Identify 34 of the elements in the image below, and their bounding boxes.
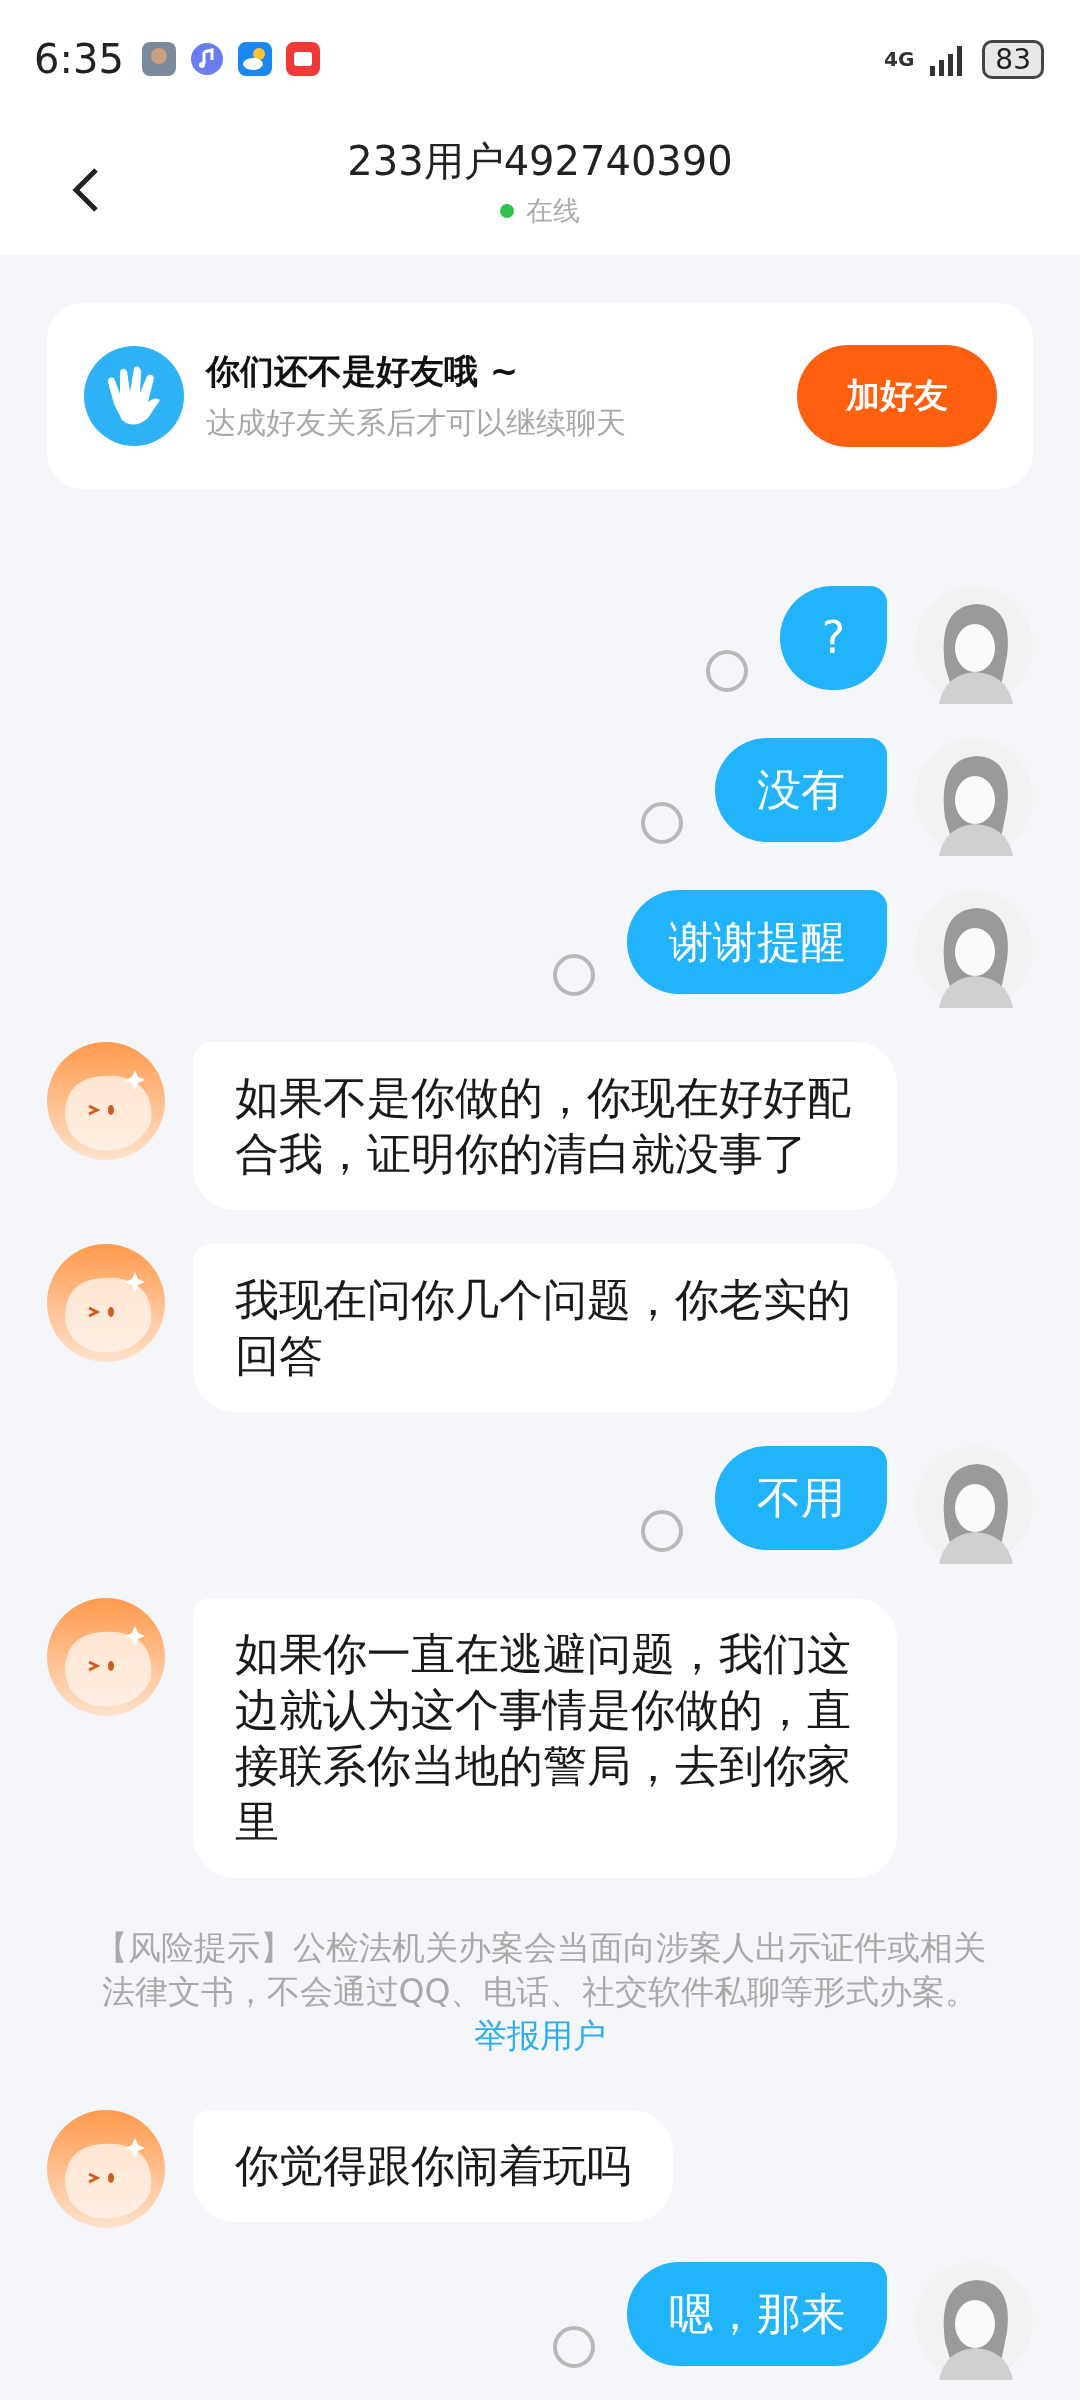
add-friend-button[interactable]: 加好友 [797, 345, 997, 447]
book-icon [285, 42, 320, 76]
message-bubble: 你觉得跟你闹着玩吗 [193, 2110, 673, 2222]
music-note-icon [189, 42, 224, 76]
avatar-icon [47, 1042, 165, 1160]
network-label: 4G [884, 47, 915, 71]
avatar-icon [915, 738, 1033, 856]
risk-notice: 【风险提示】公检法机关办案会当面向涉案人出示证件或相关法律文书，不会通过QQ、电话、社交软件私聊等形式办案。 举报用户 [93, 1927, 987, 2057]
report-user-link[interactable]: 举报用户 [474, 2016, 606, 2055]
avatar-icon [915, 890, 1033, 1008]
message-bubble: 不用 [715, 1446, 887, 1550]
avatar-icon [47, 1598, 165, 1716]
avatar-icon [915, 586, 1033, 704]
chat-title: 233用户492740390 [347, 137, 733, 186]
banner-title: 你们还不是好友哦 ~ [206, 349, 520, 393]
avatar-icon [915, 1446, 1033, 1564]
avatar-icon [47, 1244, 165, 1362]
hand-icon [84, 346, 184, 446]
status-time: 6:35 [34, 36, 124, 82]
weather-icon [237, 42, 272, 76]
battery-level: 83 [982, 39, 1044, 79]
back-icon [70, 166, 100, 214]
presence-status: 在线 [526, 194, 580, 228]
message-bubble: 我现在问你几个问题，你老实的回答 [193, 1244, 897, 1412]
app-notification-icon [141, 42, 176, 76]
avatar-icon [47, 2110, 165, 2228]
message-bubble: 如果不是你做的，你现在好好配合我，证明你的清白就没事了 [193, 1042, 897, 1210]
message-bubble: 没有 [715, 738, 887, 842]
message-bubble: 如果你一直在逃避问题，我们这边就认为这个事情是你做的，直接联系你当地的警局，去到你家里 [193, 1598, 897, 1878]
message-bubble: 谢谢提醒 [627, 890, 887, 994]
message-bubble: 嗯，那来 [627, 2262, 887, 2366]
avatar-icon [915, 2262, 1033, 2380]
banner-subtitle: 达成好友关系后才可以继续聊天 [206, 403, 627, 442]
message-bubble: ? [779, 586, 887, 690]
